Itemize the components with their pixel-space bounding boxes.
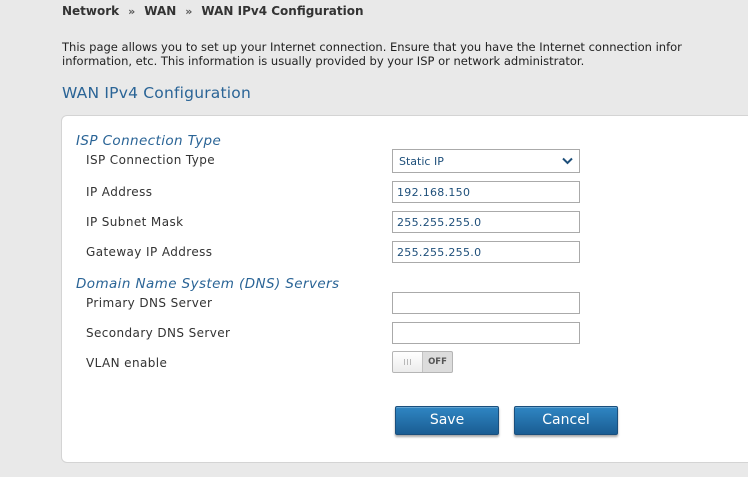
primary-dns-label: Primary DNS Server <box>86 296 213 310</box>
toggle-knob <box>393 352 423 372</box>
connection-type-select[interactable]: Static IP <box>392 149 580 173</box>
description-line-1: This page allows you to set up your Inte… <box>62 40 682 54</box>
breadcrumb-separator: » <box>185 4 193 18</box>
breadcrumb-wan[interactable]: WAN <box>144 4 176 18</box>
secondary-dns-label: Secondary DNS Server <box>86 326 231 340</box>
vlan-enable-label: VLAN enable <box>86 356 168 370</box>
breadcrumb-current: WAN IPv4 Configuration <box>201 4 364 18</box>
subnet-mask-input[interactable] <box>392 211 580 233</box>
connection-type-label: ISP Connection Type <box>86 153 216 167</box>
description-line-2: information, etc. This information is us… <box>62 54 585 68</box>
secondary-dns-input[interactable] <box>392 322 580 344</box>
page-description: This page allows you to set up your Inte… <box>62 40 748 68</box>
dns-section-title: Domain Name System (DNS) Servers <box>76 276 340 292</box>
gateway-input[interactable] <box>392 241 580 263</box>
cancel-button[interactable]: Cancel <box>514 406 618 435</box>
vlan-toggle[interactable]: OFF <box>392 351 453 373</box>
gateway-label: Gateway IP Address <box>86 245 213 259</box>
breadcrumb-separator: » <box>128 4 136 18</box>
grip-icon <box>404 359 411 365</box>
connection-type-value: Static IP <box>399 154 444 168</box>
page-title: WAN IPv4 Configuration <box>62 84 251 102</box>
primary-dns-input[interactable] <box>392 292 580 314</box>
ip-address-label: IP Address <box>86 185 153 199</box>
subnet-mask-label: IP Subnet Mask <box>86 215 184 229</box>
toggle-state-text: OFF <box>428 357 447 367</box>
isp-section-title: ISP Connection Type <box>76 133 222 149</box>
chevron-down-icon <box>562 157 573 165</box>
breadcrumb-network[interactable]: Network <box>62 4 119 18</box>
breadcrumb: Network » WAN » WAN IPv4 Configuration <box>62 4 364 18</box>
save-button[interactable]: Save <box>395 406 499 435</box>
ip-address-input[interactable] <box>392 181 580 203</box>
